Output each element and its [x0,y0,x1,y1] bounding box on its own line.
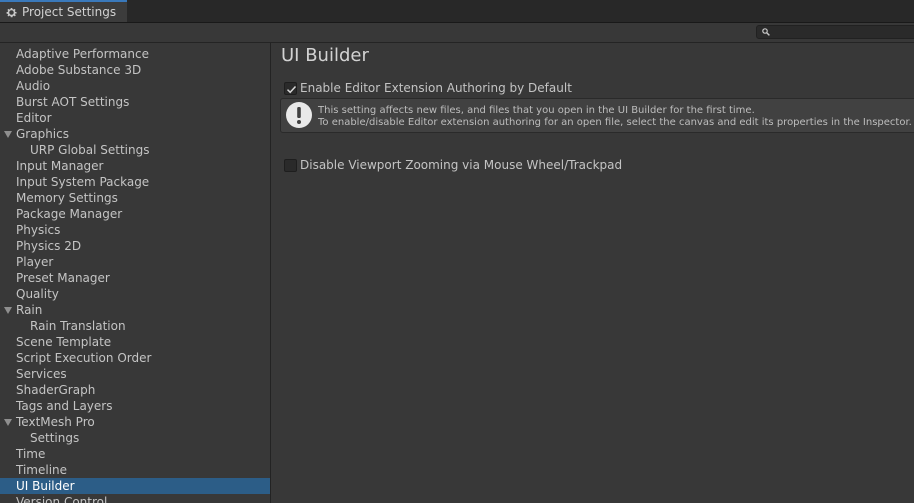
sidebar-item[interactable]: Services [0,366,270,382]
search-input[interactable] [756,25,914,39]
sidebar-item[interactable]: Physics 2D [0,238,270,254]
tab-bar: Project Settings [0,0,914,23]
settings-sidebar: Adaptive Performance Adobe Substance 3D Au… [0,43,271,503]
sidebar-item[interactable]: Scene Template [0,334,270,350]
sidebar-item[interactable]: URP Global Settings [0,142,270,158]
sidebar-item-label: Graphics [16,127,69,141]
sidebar-item[interactable]: Rain Translation [0,318,270,334]
gear-icon [6,7,17,17]
sidebar-item[interactable]: Script Execution Order [0,350,270,366]
sidebar-item[interactable]: UI Builder [0,478,270,494]
sidebar-item-label: Settings [30,431,80,445]
sidebar-item-label: Package Manager [16,207,123,221]
enable-authoring-checkbox[interactable] [284,81,297,95]
sidebar-item-label: Timeline [16,463,68,477]
sidebar-item[interactable]: Adobe Substance 3D [0,62,270,78]
search-icon [762,28,770,36]
sidebar-item[interactable]: Memory Settings [0,190,270,206]
sidebar-item[interactable]: Version Control [0,494,270,503]
sidebar-item-label: Adaptive Performance [16,47,149,61]
sidebar-item-label: Physics 2D [16,239,82,253]
sidebar-item-label: Script Execution Order [16,351,152,365]
tab-title: Project Settings [22,5,117,19]
tab-project-settings[interactable]: Project Settings [0,0,127,22]
sidebar-item-label: Physics [16,223,61,237]
sidebar-item[interactable]: Rain [0,302,270,318]
enable-authoring-label: Enable Editor Extension Authoring by Def… [300,81,572,95]
sidebar-item[interactable]: Graphics [0,126,270,142]
settings-tree: Adaptive Performance Adobe Substance 3D Au… [0,46,270,503]
sidebar-item-label: Editor [16,111,52,125]
sidebar-item[interactable]: Editor [0,110,270,126]
help-text-line1: This setting affects new files, and file… [318,105,755,116]
sidebar-item-label: URP Global Settings [30,143,150,157]
sidebar-item[interactable]: Time [0,446,270,462]
expand-arrow-icon[interactable] [4,131,12,138]
page-title: UI Builder [281,45,369,66]
settings-panel: UI Builder Enable Editor Extension Autho… [271,43,914,503]
sidebar-item-label: Version Control [16,495,108,503]
sidebar-item-label: Preset Manager [16,271,110,285]
sidebar-item[interactable]: ShaderGraph [0,382,270,398]
sidebar-item[interactable]: TextMesh Pro [0,414,270,430]
expand-arrow-icon[interactable] [4,419,12,426]
sidebar-item[interactable]: Player [0,254,270,270]
sidebar-item-label: Scene Template [16,335,112,349]
sidebar-item[interactable]: Preset Manager [0,270,270,286]
sidebar-item-label: Rain Translation [30,319,126,333]
sidebar-item-label: Audio [16,79,51,93]
sidebar-item[interactable]: Burst AOT Settings [0,94,270,110]
sidebar-item[interactable]: Settings [0,430,270,446]
disable-zoom-checkbox[interactable] [284,158,297,172]
checkmark-icon [286,85,297,93]
help-text-line2: To enable/disable Editor extension autho… [318,117,912,128]
sidebar-item[interactable]: Input Manager [0,158,270,174]
help-box: This setting affects new files, and file… [280,98,914,133]
sidebar-item-label: Time [16,447,46,461]
sidebar-item-label: Quality [16,287,59,301]
sidebar-item[interactable]: Physics [0,222,270,238]
sidebar-item-label: ShaderGraph [16,383,96,397]
sidebar-item[interactable]: Tags and Layers [0,398,270,414]
sidebar-item-label: UI Builder [16,479,75,493]
sidebar-item-label: Services [16,367,67,381]
sidebar-item-label: Burst AOT Settings [16,95,130,109]
disable-zoom-label: Disable Viewport Zooming via Mouse Wheel… [300,158,623,172]
sidebar-item-label: Adobe Substance 3D [16,63,142,77]
enable-authoring-toggle[interactable]: Enable Editor Extension Authoring by Def… [284,80,572,96]
sidebar-item-label: Tags and Layers [16,399,113,413]
sidebar-item[interactable]: Audio [0,78,270,94]
sidebar-item[interactable]: Timeline [0,462,270,478]
sidebar-item-label: Input System Package [16,175,150,189]
sidebar-item[interactable]: Quality [0,286,270,302]
sidebar-item-label: Rain [16,303,43,317]
search-row [0,23,914,43]
expand-arrow-icon[interactable] [4,307,12,314]
sidebar-item-label: TextMesh Pro [16,415,95,429]
sidebar-item[interactable]: Input System Package [0,174,270,190]
sidebar-item[interactable]: Package Manager [0,206,270,222]
sidebar-item-label: Input Manager [16,159,104,173]
sidebar-item-label: Memory Settings [16,191,118,205]
disable-zoom-toggle[interactable]: Disable Viewport Zooming via Mouse Wheel… [284,157,622,173]
warning-icon [286,102,312,128]
sidebar-item-label: Player [16,255,54,269]
sidebar-item[interactable]: Adaptive Performance [0,46,270,62]
